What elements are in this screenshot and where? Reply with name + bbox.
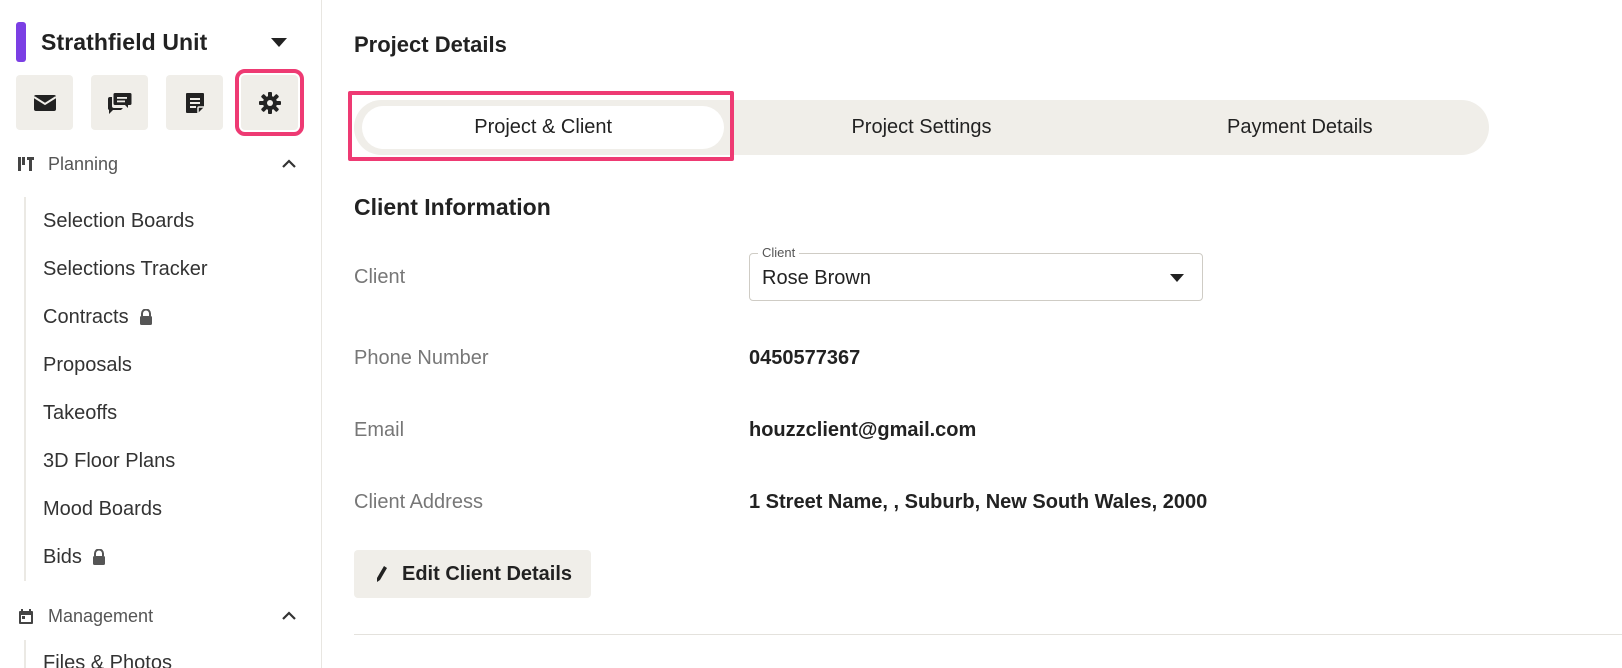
quick-actions xyxy=(16,69,304,136)
calendar-icon xyxy=(18,608,34,624)
chat-icon xyxy=(107,92,131,114)
settings-button[interactable] xyxy=(235,69,304,136)
notes-button[interactable] xyxy=(166,75,223,130)
sidebar-item-label: Takeoffs xyxy=(43,401,118,424)
client-information-title: Client Information xyxy=(354,194,551,220)
tab-label: Project & Client xyxy=(474,116,613,138)
management-nav: Files & Photos xyxy=(24,640,304,668)
sidebar-item-bids[interactable]: Bids xyxy=(43,533,304,581)
sidebar-item-3d-floor-plans[interactable]: 3D Floor Plans xyxy=(43,437,304,485)
management-label: Management xyxy=(48,605,154,626)
sidebar-item-label: Mood Boards xyxy=(43,497,162,520)
client-select-value: Rose Brown xyxy=(762,267,871,289)
tab-bar: Project & Client Project Settings Paymen… xyxy=(354,100,1489,155)
planning-label: Planning xyxy=(48,153,119,174)
project-color-bar xyxy=(16,22,26,62)
email-label: Email xyxy=(354,419,405,441)
edit-client-details-button[interactable]: Edit Client Details xyxy=(354,550,591,598)
client-select[interactable]: Client Rose Brown xyxy=(749,245,1203,301)
sidebar-item-takeoffs[interactable]: Takeoffs xyxy=(43,389,304,437)
sidebar-item-label: Proposals xyxy=(43,353,132,376)
mail-icon xyxy=(32,94,57,111)
pencil-icon xyxy=(376,565,388,583)
tab-project-settings[interactable]: Project Settings xyxy=(732,100,1110,155)
page-title: Project Details xyxy=(354,32,507,57)
sidebar-item-selection-boards[interactable]: Selection Boards xyxy=(43,197,304,245)
chevron-up-icon xyxy=(282,159,296,168)
phone-label: Phone Number xyxy=(354,347,489,369)
tab-payment-details[interactable]: Payment Details xyxy=(1111,100,1489,155)
sidebar-item-selections-tracker[interactable]: Selections Tracker xyxy=(43,245,304,293)
sidebar-item-label: 3D Floor Plans xyxy=(43,449,176,472)
sidebar-item-mood-boards[interactable]: Mood Boards xyxy=(43,485,304,533)
sidebar-item-label: Contracts xyxy=(43,305,129,328)
lock-icon xyxy=(139,308,153,326)
sidebar-item-proposals[interactable]: Proposals xyxy=(43,341,304,389)
tab-project-client[interactable]: Project & Client xyxy=(354,100,732,155)
edit-client-details-label: Edit Client Details xyxy=(402,562,573,585)
address-value: 1 Street Name, , Suburb, New South Wales… xyxy=(749,491,1208,513)
sidebar-item-label: Bids xyxy=(43,545,82,568)
email-value: houzzclient@gmail.com xyxy=(749,419,977,441)
mail-button[interactable] xyxy=(16,75,73,130)
address-label: Client Address xyxy=(354,491,483,513)
messages-button[interactable] xyxy=(91,75,148,130)
sidebar-item-files-photos[interactable]: Files & Photos xyxy=(43,640,304,668)
planning-section-toggle[interactable]: Planning xyxy=(18,149,298,179)
tab-label: Payment Details xyxy=(1227,116,1373,138)
section-divider xyxy=(354,634,1622,635)
sidebar-item-label: Files & Photos xyxy=(43,652,172,668)
planning-nav: Selection Boards Selections Tracker Cont… xyxy=(24,197,304,581)
project-name: Strathfield Unit xyxy=(41,28,208,55)
sidebar-item-label: Selections Tracker xyxy=(43,257,208,280)
main-content: Project Details Project & Client Project… xyxy=(323,0,1622,668)
project-switcher[interactable]: Strathfield Unit xyxy=(16,22,291,62)
client-select-legend: Client xyxy=(758,245,800,260)
tab-label: Project Settings xyxy=(851,116,992,138)
phone-value: 0450577367 xyxy=(749,347,861,369)
sidebar-item-label: Selection Boards xyxy=(43,209,195,232)
planning-icon xyxy=(18,156,34,172)
gear-icon xyxy=(258,91,281,114)
note-icon xyxy=(185,92,204,113)
lock-icon xyxy=(92,548,106,566)
management-section-toggle[interactable]: Management xyxy=(18,601,298,631)
caret-down-icon xyxy=(271,37,287,47)
client-label: Client xyxy=(354,266,406,288)
chevron-up-icon xyxy=(282,611,296,620)
caret-down-icon xyxy=(1170,274,1184,282)
sidebar: Strathfield Unit Planning Selection Boar… xyxy=(0,0,322,668)
sidebar-item-contracts[interactable]: Contracts xyxy=(43,293,304,341)
